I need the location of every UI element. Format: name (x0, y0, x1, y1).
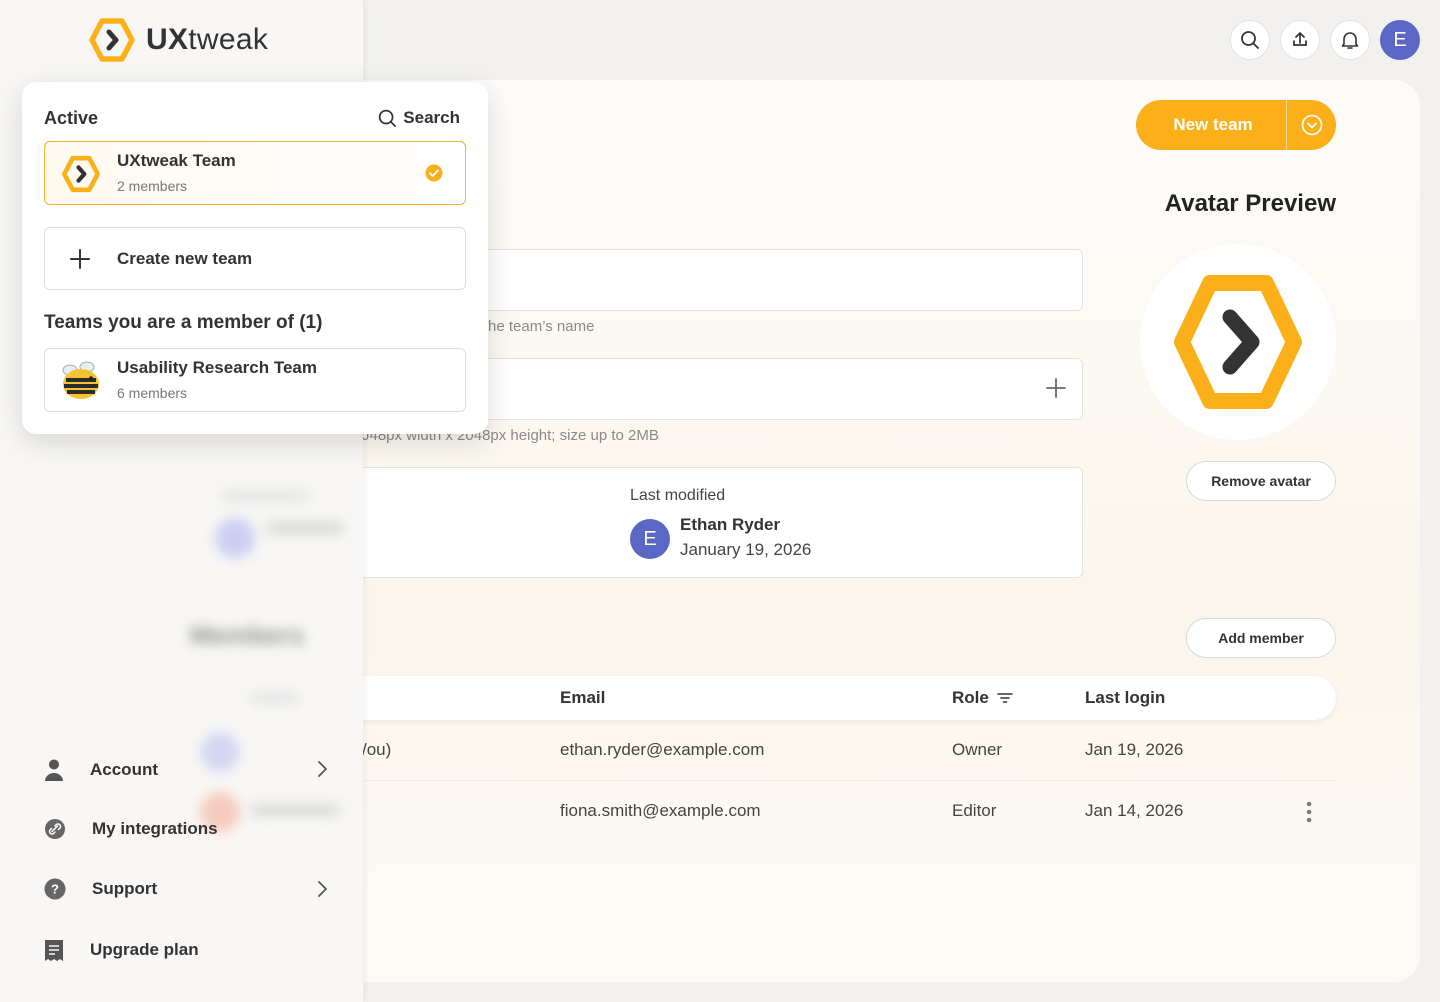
team-name: Usability Research Team (117, 358, 317, 377)
bee-avatar (59, 358, 103, 402)
column-last-login[interactable]: Last login (1085, 688, 1165, 708)
nav-my-integrations-label: My integrations (92, 819, 218, 838)
last-modified-name: Ethan Ryder (680, 515, 781, 534)
active-section-title: Active (44, 108, 99, 128)
uxtweak-logo-icon (62, 155, 100, 193)
bee-icon (62, 361, 99, 399)
team-info-box: Last modified E Ethan Ryder January 19, … (322, 467, 1083, 578)
new-team-dropdown-toggle[interactable] (1287, 100, 1336, 150)
member-last-login: Jan 19, 2026 (1085, 740, 1184, 759)
blur-shape (265, 522, 345, 534)
filter-icon[interactable] (997, 692, 1013, 704)
blur-shape (220, 490, 310, 502)
search-icon (379, 109, 397, 127)
new-team-label: New team (1173, 115, 1253, 134)
link-icon (45, 819, 65, 839)
upload-button[interactable] (1280, 20, 1320, 60)
bell-icon (1341, 32, 1359, 49)
member-email: ethan.ryder@example.com (560, 740, 765, 759)
create-new-team-button[interactable]: Create new team (44, 227, 466, 290)
svg-text:?: ? (51, 882, 59, 897)
chevron-right-icon[interactable] (316, 880, 328, 898)
app-root: E New team Avatar Preview Remove avatar … (0, 0, 1440, 1002)
table-row[interactable]: fiona.smith@example.com Editor Jan 14, 2… (322, 782, 1336, 842)
member-role: Owner (952, 740, 1003, 759)
logo[interactable]: UXtweak (88, 16, 268, 64)
more-vertical-icon[interactable] (1306, 801, 1312, 823)
search-icon (1241, 31, 1259, 49)
team-name-hint: he team’s name (488, 318, 595, 335)
member-last-login: Jan 14, 2026 (1085, 801, 1184, 820)
nav-upgrade-plan-label: Upgrade plan (90, 940, 199, 959)
table-row[interactable]: /ou) ethan.ryder@example.com Owner Jan 1… (322, 721, 1336, 781)
team-switcher-dropdown: Active Search UXtweak Team 2 members Cre… (22, 82, 488, 434)
column-role[interactable]: Role (952, 688, 1013, 708)
plus-icon (70, 249, 90, 269)
members-table-header: Email Role Last login (322, 676, 1336, 720)
plus-icon[interactable] (1044, 376, 1068, 400)
add-member-button[interactable]: Add member (1186, 618, 1336, 658)
nav-account-label: Account (90, 760, 158, 779)
blur-shape (215, 518, 255, 558)
nav-support[interactable]: ? Support (44, 878, 157, 900)
search-label: Search (403, 108, 460, 127)
create-new-team-label: Create new team (117, 249, 253, 268)
nav-upgrade-plan[interactable]: Upgrade plan (44, 938, 199, 962)
column-role-label: Role (952, 688, 989, 707)
help-icon: ? (44, 878, 66, 900)
logo-text: UXtweak (146, 23, 269, 56)
member-teams-title: Teams you are a member of (1) (44, 312, 323, 333)
last-modified-avatar: E (630, 519, 670, 559)
blur-shape (250, 692, 300, 704)
uxtweak-logo-icon (89, 18, 135, 62)
user-avatar[interactable]: E (1380, 20, 1420, 60)
chevron-right-icon[interactable] (316, 760, 328, 778)
top-toolbar: E (1230, 20, 1420, 60)
column-email[interactable]: Email (560, 688, 605, 708)
nav-support-label: Support (92, 879, 158, 898)
last-modified-date: January 19, 2026 (680, 540, 812, 559)
avatar-preview (1140, 244, 1336, 440)
team-member-count: 2 members (117, 178, 188, 194)
upload-icon (1293, 32, 1307, 46)
team-member-count: 6 members (117, 385, 188, 401)
receipt-icon (45, 940, 63, 961)
member-name: /ou) (362, 740, 392, 759)
blurred-members-title: Members (190, 620, 305, 650)
blurred-background: Members (190, 470, 360, 832)
member-role: Editor (952, 801, 997, 820)
chevron-down-circle-icon (1301, 114, 1322, 136)
check-circle-icon (425, 164, 443, 182)
last-modified-label: Last modified (630, 487, 726, 504)
avatar-preview-title: Avatar Preview (1164, 190, 1336, 217)
new-team-button[interactable]: New team (1136, 100, 1336, 150)
uxtweak-logo-icon (1174, 275, 1302, 409)
nav-account[interactable]: Account (44, 758, 158, 782)
search-teams-button[interactable]: Search (378, 108, 460, 128)
remove-avatar-button[interactable]: Remove avatar (1186, 461, 1336, 501)
member-email: fiona.smith@example.com (560, 801, 761, 820)
notifications-button[interactable] (1330, 20, 1370, 60)
team-item[interactable]: Usability Research Team 6 members (44, 348, 466, 412)
team-name: UXtweak Team (117, 151, 236, 170)
blur-shape (250, 804, 340, 816)
person-icon (45, 759, 63, 781)
search-button[interactable] (1230, 20, 1270, 60)
nav-my-integrations[interactable]: My integrations (44, 818, 218, 840)
team-item-active[interactable]: UXtweak Team 2 members (44, 141, 466, 205)
blur-shape (200, 732, 240, 772)
